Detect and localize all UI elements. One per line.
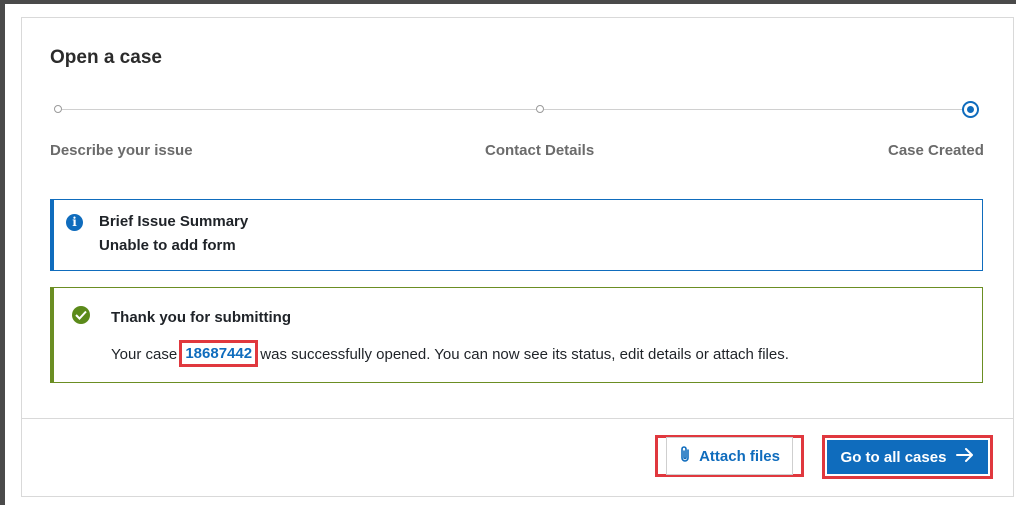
success-title: Thank you for submitting bbox=[111, 309, 291, 326]
step-label-describe: Describe your issue bbox=[50, 142, 193, 159]
paperclip-icon bbox=[679, 445, 691, 467]
step-dot-created-active bbox=[962, 101, 979, 118]
case-number-link[interactable]: 18687442 bbox=[179, 340, 259, 367]
page-title: Open a case bbox=[50, 47, 162, 68]
success-text-before: Your case bbox=[111, 346, 178, 363]
attach-files-button-inner: Attach files bbox=[666, 437, 793, 475]
step-label-created: Case Created bbox=[888, 142, 984, 159]
attach-files-label: Attach files bbox=[699, 447, 780, 465]
step-dot-describe bbox=[54, 105, 62, 113]
footer-divider bbox=[22, 418, 1013, 419]
go-to-all-cases-button[interactable]: Go to all cases bbox=[822, 435, 993, 479]
go-to-all-cases-inner: Go to all cases bbox=[827, 440, 988, 474]
stepper-line-2 bbox=[544, 109, 962, 110]
issue-summary-box: i Brief Issue Summary Unable to add form bbox=[50, 199, 983, 271]
step-label-contact: Contact Details bbox=[485, 142, 595, 159]
issue-summary-title: Brief Issue Summary bbox=[99, 213, 249, 230]
stepper-line-1 bbox=[62, 109, 536, 110]
issue-summary-text: Unable to add form bbox=[99, 237, 236, 254]
open-case-card: Open a case Describe your issue Contact … bbox=[21, 17, 1014, 497]
window-frame-top bbox=[0, 0, 1016, 4]
info-icon: i bbox=[66, 214, 83, 231]
go-to-all-cases-label: Go to all cases bbox=[840, 448, 947, 466]
window-frame-left bbox=[0, 0, 5, 505]
check-circle-icon bbox=[72, 306, 90, 324]
success-text: Your case 18687442 was successfully open… bbox=[111, 340, 789, 368]
arrow-right-icon bbox=[956, 448, 974, 466]
attach-files-button[interactable]: Attach files bbox=[655, 435, 804, 477]
success-message-box: Thank you for submitting Your case 18687… bbox=[50, 287, 983, 383]
step-dot-contact bbox=[536, 105, 544, 113]
success-text-after: was successfully opened. You can now see… bbox=[260, 346, 789, 363]
